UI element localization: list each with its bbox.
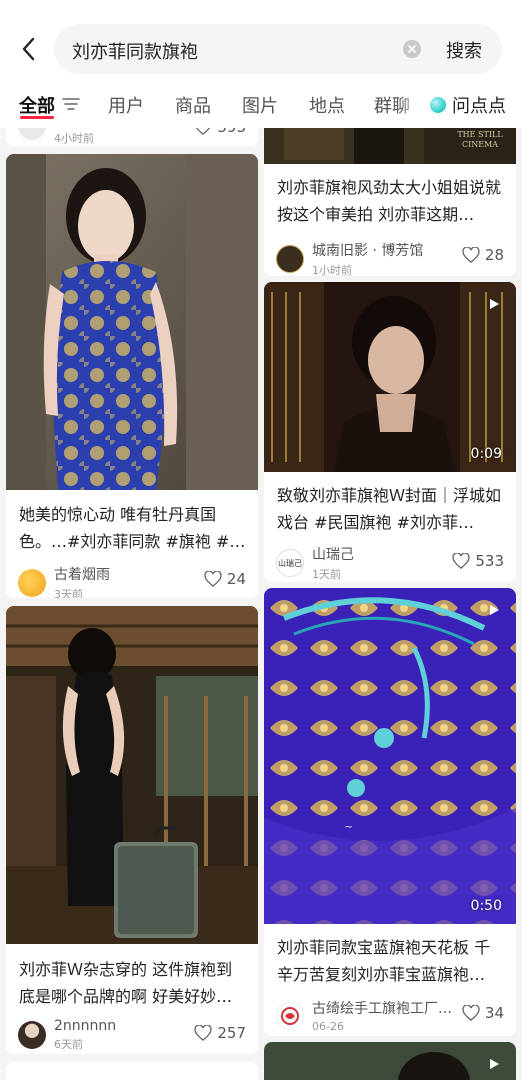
- feed-card[interactable]: THE STILL CINEMA 刘亦菲旗袍风劲太大小姐姐说就按这个审美拍 刘亦…: [264, 110, 516, 276]
- card-time: 1天前: [312, 568, 341, 581]
- filter-icon[interactable]: [62, 97, 80, 111]
- like-count: 257: [217, 1024, 246, 1042]
- search-input[interactable]: 刘亦菲同款旗袍: [72, 38, 198, 64]
- card-time: 3天前: [54, 588, 83, 598]
- tab-all[interactable]: 全部: [19, 92, 55, 118]
- tab-products[interactable]: 商品: [175, 92, 211, 118]
- back-arrow-icon: [22, 37, 35, 61]
- heart-icon: [462, 1005, 480, 1021]
- search-button[interactable]: 搜索: [446, 37, 482, 63]
- heart-icon: [452, 553, 470, 569]
- card-image: [6, 606, 258, 944]
- card-author[interactable]: 2nnnnnn 6天前: [18, 1018, 116, 1052]
- card-author[interactable]: 古着烟雨 3天前: [18, 564, 110, 598]
- card-title: 致敬刘亦菲旗袍Ｗ封面｜浮城如戏台 #民国旗袍 #刘亦菲…: [277, 486, 502, 532]
- play-icon: [490, 1059, 499, 1069]
- feed-card[interactable]: 刘亦菲Ｗ杂志穿的 这件旗袍到底是哪个品牌的啊 好美好妙… 2nnnnnn 6天前…: [6, 606, 258, 1054]
- author-name: 古着烟雨: [54, 567, 110, 583]
- card-title: 她美的惊心动 唯有牡丹真国色。…#刘亦菲同款 #旗袍 #…: [19, 505, 246, 551]
- avatar: [276, 245, 304, 273]
- author-name: 城南旧影 · 博芳馆: [312, 243, 424, 259]
- brand-logo-icon: [281, 1006, 299, 1025]
- card-author[interactable]: 山瑞己 山瑞己 1天前: [276, 544, 354, 582]
- like-button[interactable]: 28: [462, 246, 504, 264]
- play-icon: [490, 299, 499, 309]
- active-tab-indicator: [20, 116, 54, 119]
- tab-users[interactable]: 用户: [108, 92, 144, 118]
- author-name: 古绮绘手工旗袍工厂…: [312, 1001, 452, 1017]
- card-author[interactable]: 城南旧影 · 博芳馆 1小时前: [276, 240, 423, 276]
- heart-icon: [204, 571, 222, 587]
- feed-card-partial[interactable]: [264, 1042, 516, 1080]
- header: 刘亦菲同款旗袍 搜索 全部 用户 商品 图片 地点 群聊 问点点: [0, 0, 522, 128]
- author-name: 2nnnnnn: [54, 1018, 117, 1034]
- image-watermark: ~: [344, 820, 354, 833]
- card-image: [264, 588, 516, 924]
- avatar: [18, 569, 46, 597]
- feed-card-partial[interactable]: [6, 1062, 258, 1080]
- avatar: [276, 1001, 304, 1030]
- card-time: 6天前: [54, 1038, 83, 1051]
- like-count: 533: [475, 552, 504, 570]
- ask-icon: [430, 97, 446, 113]
- card-time: 06-26: [312, 1020, 344, 1033]
- tab-ask-label: 问点点: [452, 96, 506, 117]
- like-count: 34: [484, 1004, 504, 1022]
- card-image: [264, 282, 516, 472]
- avatar-text: 山瑞己: [278, 558, 302, 568]
- card-image: [264, 1042, 516, 1080]
- play-icon: [490, 605, 499, 615]
- tab-ask[interactable]: 问点点: [428, 92, 506, 118]
- like-button[interactable]: 24: [204, 570, 246, 588]
- heart-icon: [194, 1025, 212, 1041]
- card-title: 刘亦菲旗袍风劲太大小姐姐说就按这个审美拍 刘亦菲这期…: [277, 178, 502, 224]
- card-author[interactable]: 古绮绘手工旗袍工厂… 06-26: [276, 998, 452, 1033]
- card-time: 1小时前: [312, 264, 352, 276]
- feed-card[interactable]: 她美的惊心动 唯有牡丹真国色。…#刘亦菲同款 #旗袍 #… 古着烟雨 3天前 2…: [6, 154, 258, 598]
- back-button[interactable]: [14, 34, 42, 64]
- image-caption: THE STILL CINEMA: [457, 130, 503, 149]
- author-name: 山瑞己: [312, 547, 354, 563]
- clear-icon[interactable]: [403, 40, 421, 58]
- like-count: 28: [484, 246, 504, 264]
- like-button[interactable]: 34: [462, 1004, 504, 1022]
- like-count: 24: [226, 570, 246, 588]
- feed-card[interactable]: ~ 0:50 刘亦菲同款宝蓝旗袍天花板 千辛万苦复刻刘亦菲宝蓝旗袍… 古绮绘手工…: [264, 588, 516, 1036]
- search-box[interactable]: 刘亦菲同款旗袍 搜索: [54, 24, 502, 74]
- card-title: 刘亦菲同款宝蓝旗袍天花板 千辛万苦复刻刘亦菲宝蓝旗袍…: [277, 938, 491, 984]
- avatar: [18, 1021, 46, 1049]
- tab-images[interactable]: 图片: [242, 92, 278, 118]
- tab-places[interactable]: 地点: [309, 92, 345, 118]
- card-image: [6, 154, 258, 490]
- video-duration: 0:09: [470, 446, 502, 462]
- video-duration: 0:50: [470, 898, 502, 914]
- avatar: 山瑞己: [276, 549, 304, 577]
- card-time: 4小时前: [54, 132, 94, 145]
- card-title: 刘亦菲Ｗ杂志穿的 这件旗袍到底是哪个品牌的啊 好美好妙…: [19, 960, 233, 1006]
- feed-card[interactable]: 0:09 致敬刘亦菲旗袍Ｗ封面｜浮城如戏台 #民国旗袍 #刘亦菲… 山瑞己 山瑞…: [264, 282, 516, 582]
- like-button[interactable]: 533: [452, 552, 504, 570]
- heart-icon: [462, 247, 480, 263]
- like-button[interactable]: 257: [194, 1024, 246, 1042]
